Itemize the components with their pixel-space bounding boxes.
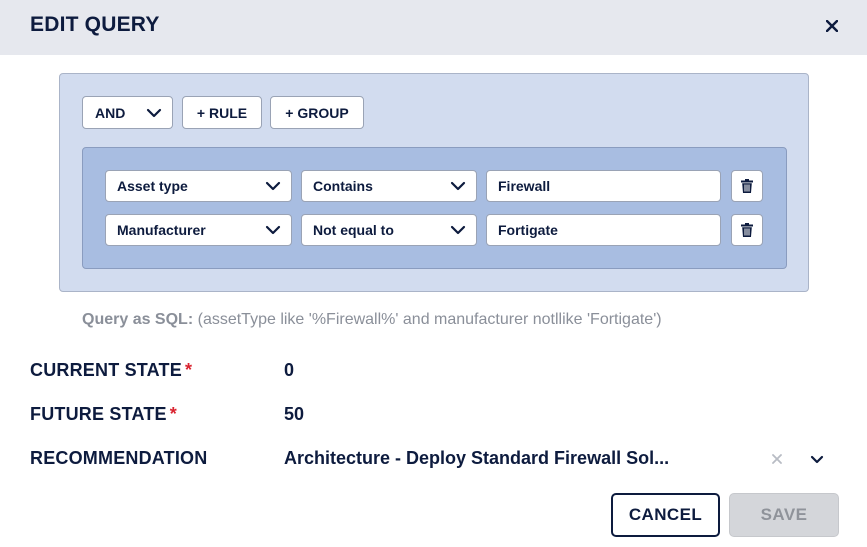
sql-text: (assetType like '%Firewall%' and manufac… [197,311,662,328]
rule-operator-select[interactable]: Contains [301,170,477,202]
current-state-value[interactable]: 0 [284,360,294,381]
combinator-select[interactable]: AND [82,96,173,129]
rule-field-value: Asset type [117,178,188,194]
add-rule-button[interactable]: + RULE [182,96,262,129]
chevron-down-icon [450,181,466,191]
rule-value-text: Firewall [498,178,551,194]
rule-field-value: Manufacturer [117,222,206,238]
future-state-label-text: FUTURE STATE [30,404,167,424]
required-mark: * [184,360,193,380]
query-builder: AND + RULE + GROUP Asset type Contains F… [59,73,809,292]
cancel-button[interactable]: CANCEL [611,493,720,537]
chevron-down-icon [810,455,824,463]
clear-recommendation-button[interactable] [769,450,785,468]
recommendation-label: RECOMMENDATION [30,448,208,468]
dialog-header: EDIT QUERY [0,0,867,55]
trash-icon [741,223,753,237]
delete-rule-button[interactable] [731,170,763,202]
recommendation-select[interactable]: Architecture - Deploy Standard Firewall … [284,448,669,469]
delete-rule-button[interactable] [731,214,763,246]
rule-operator-select[interactable]: Not equal to [301,214,477,246]
rule-field-select[interactable]: Manufacturer [105,214,292,246]
current-state-label-text: CURRENT STATE [30,360,182,380]
combinator-label: AND [95,104,126,121]
future-state-label: FUTURE STATE * [30,404,177,425]
chevron-down-icon [146,108,162,117]
required-mark: * [169,404,177,424]
clear-icon [772,454,782,464]
rule-value-input[interactable]: Fortigate [486,214,721,246]
rule-operator-value: Contains [313,178,373,194]
current-state-label: CURRENT STATE * [30,360,192,381]
close-icon [826,20,838,32]
chevron-down-icon [265,181,281,191]
chevron-down-icon [450,225,466,235]
add-group-button[interactable]: + GROUP [270,96,364,129]
rule-value-input[interactable]: Firewall [486,170,721,202]
save-button[interactable]: SAVE [729,493,839,537]
rule-group: Asset type Contains Firewall Manufacture… [82,147,787,269]
dialog-title: EDIT QUERY [30,13,160,36]
trash-icon [741,179,753,193]
recommendation-dropdown-toggle[interactable] [807,450,827,468]
rule-value-text: Fortigate [498,222,558,238]
sql-label: Query as SQL: [82,311,194,328]
future-state-value[interactable]: 50 [284,404,304,425]
chevron-down-icon [265,225,281,235]
sql-preview: Query as SQL: (assetType like '%Firewall… [82,311,662,329]
rule-operator-value: Not equal to [313,222,394,238]
rule-field-select[interactable]: Asset type [105,170,292,202]
close-button[interactable] [818,12,846,40]
